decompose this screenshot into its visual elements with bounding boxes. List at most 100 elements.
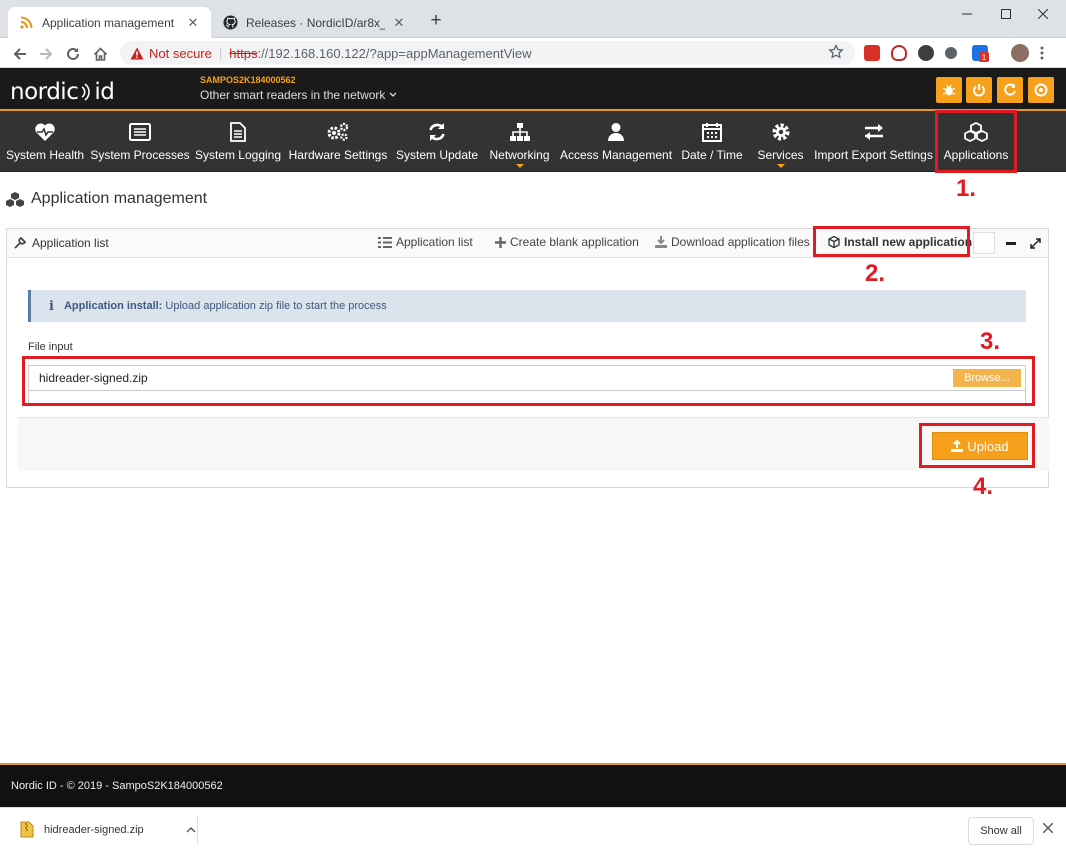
calendar-icon bbox=[702, 122, 722, 142]
document-icon bbox=[230, 122, 246, 142]
menu-label: Access Management bbox=[559, 148, 673, 162]
browser-tab[interactable]: Releases · NordicID/ar8x_app_hid ✕ bbox=[212, 7, 417, 38]
refresh-icon bbox=[427, 122, 447, 142]
close-window-icon[interactable] bbox=[1020, 0, 1066, 28]
create-blank-application-tool[interactable]: Create blank application bbox=[495, 235, 639, 249]
application-list-tool[interactable]: Application list bbox=[378, 235, 473, 249]
forward-arrow-icon[interactable] bbox=[35, 43, 57, 65]
menu-label: System Processes bbox=[90, 148, 190, 162]
menu-label: System Health bbox=[5, 148, 85, 162]
main-menu: System Health System Processes System Lo… bbox=[0, 111, 1066, 172]
menu-item-hardware-settings[interactable]: Hardware Settings bbox=[289, 111, 387, 172]
step-1-label: 1. bbox=[956, 175, 977, 202]
browser-tab-active[interactable]: Application management ✕ bbox=[8, 7, 211, 38]
bookmark-star-icon[interactable] bbox=[828, 44, 844, 60]
chevron-up-icon[interactable] bbox=[186, 826, 196, 833]
panel-checkbox[interactable] bbox=[973, 232, 995, 254]
exchange-icon bbox=[863, 122, 885, 142]
page-title: Application management bbox=[5, 190, 207, 208]
menu-item-system-health[interactable]: System Health bbox=[5, 111, 85, 172]
extension-icon[interactable] bbox=[864, 45, 880, 61]
browser-menu-icon[interactable] bbox=[1040, 45, 1044, 61]
menu-label: Services bbox=[757, 148, 804, 162]
tool-label: Create blank application bbox=[510, 235, 639, 249]
github-favicon-icon bbox=[222, 15, 238, 31]
annotation-box-file-input bbox=[22, 356, 1035, 406]
device-id: SAMPOS2K184000562 bbox=[200, 75, 296, 85]
network-readers-label: Other smart readers in the network bbox=[200, 88, 386, 102]
browser-address-bar: Not secure | https ://192.168.160.122/?a… bbox=[0, 38, 1066, 68]
menu-item-date-time[interactable]: Date / Time bbox=[679, 111, 745, 172]
wrench-icon bbox=[14, 237, 26, 249]
close-download-bar-icon[interactable] bbox=[1043, 823, 1053, 833]
extension-icon[interactable] bbox=[945, 47, 957, 59]
close-tab-icon[interactable]: ✕ bbox=[185, 15, 201, 31]
list-icon bbox=[378, 236, 392, 248]
browser-tab-bar: Application management ✕ Releases · Nord… bbox=[0, 0, 1066, 38]
reload-icon[interactable] bbox=[62, 43, 84, 65]
heartbeat-icon bbox=[34, 122, 56, 142]
app-footer: Nordic ID - © 2019 - SampoS2K184000562 bbox=[0, 763, 1066, 807]
dropdown-caret-icon bbox=[515, 164, 524, 168]
download-icon bbox=[655, 236, 667, 248]
settings-circle-icon[interactable] bbox=[1028, 77, 1054, 103]
download-file-name: hidreader-signed.zip bbox=[44, 823, 144, 836]
menu-item-access-management[interactable]: Access Management bbox=[559, 111, 673, 172]
dropdown-caret-icon bbox=[776, 164, 785, 168]
bug-icon[interactable] bbox=[936, 77, 962, 103]
menu-label: Import Export Settings bbox=[814, 148, 933, 162]
info-icon: i bbox=[49, 298, 54, 314]
chevron-down-icon bbox=[389, 92, 397, 98]
info-text: Upload application zip file to start the… bbox=[162, 300, 387, 312]
download-application-files-tool[interactable]: Download application files bbox=[655, 235, 810, 249]
show-all-button[interactable]: Show all bbox=[968, 817, 1034, 845]
extension-icon[interactable]: 1 bbox=[972, 45, 989, 62]
download-extension-icon[interactable] bbox=[918, 45, 934, 61]
download-divider bbox=[197, 815, 198, 845]
network-readers-dropdown[interactable]: Other smart readers in the network bbox=[200, 88, 397, 102]
menu-item-system-logging[interactable]: System Logging bbox=[195, 111, 281, 172]
menu-item-import-export-settings[interactable]: Import Export Settings bbox=[814, 111, 933, 172]
tool-label: Application list bbox=[396, 235, 473, 249]
page-title-text: Application management bbox=[31, 190, 208, 207]
annotation-box-install bbox=[813, 226, 970, 257]
tool-label: Download application files bbox=[671, 235, 810, 249]
tab-title: Releases · NordicID/ar8x_app_hid bbox=[246, 15, 385, 30]
url-omnibox[interactable]: Not secure | https ://192.168.160.122/?a… bbox=[120, 41, 855, 65]
close-tab-icon[interactable]: ✕ bbox=[391, 15, 407, 31]
menu-item-system-update[interactable]: System Update bbox=[396, 111, 478, 172]
new-tab-button[interactable]: + bbox=[427, 10, 445, 32]
ublock-extension-icon[interactable] bbox=[891, 45, 907, 61]
menu-label: Date / Time bbox=[681, 148, 743, 162]
not-secure-label[interactable]: Not secure bbox=[149, 46, 212, 61]
download-item[interactable]: hidreader-signed.zip bbox=[20, 821, 196, 838]
logo-text: nordic bbox=[10, 79, 79, 105]
menu-item-services[interactable]: Services bbox=[755, 111, 806, 172]
rss-favicon-icon bbox=[18, 15, 34, 31]
menu-item-networking[interactable]: Networking bbox=[486, 111, 553, 172]
menu-item-system-processes[interactable]: System Processes bbox=[90, 111, 190, 172]
collapse-panel-icon[interactable] bbox=[1000, 232, 1022, 254]
file-input-label: File input bbox=[28, 341, 73, 353]
home-icon[interactable] bbox=[89, 43, 111, 65]
menu-label: System Update bbox=[395, 148, 479, 162]
url-scheme: https bbox=[229, 45, 258, 61]
panel-title-text: Application list bbox=[32, 236, 109, 250]
step-4-label: 4. bbox=[973, 473, 994, 500]
profile-avatar[interactable] bbox=[1011, 44, 1029, 62]
url-text: ://192.168.160.122/?app=appManagementVie… bbox=[257, 45, 532, 61]
network-icon bbox=[509, 122, 531, 142]
panel-title: Application list bbox=[14, 236, 109, 250]
nordic-id-logo[interactable]: nordic id bbox=[10, 79, 115, 105]
back-arrow-icon[interactable] bbox=[9, 43, 31, 65]
step-2-label: 2. bbox=[865, 260, 886, 287]
install-info-alert: i Application install: Upload applicatio… bbox=[28, 290, 1026, 322]
expand-panel-icon[interactable] bbox=[1024, 232, 1046, 254]
wifi-signal-icon bbox=[80, 83, 92, 101]
power-icon[interactable] bbox=[966, 77, 992, 103]
processes-icon bbox=[129, 122, 151, 142]
restart-icon[interactable] bbox=[997, 77, 1023, 103]
warning-triangle-icon bbox=[130, 47, 144, 60]
step-3-label: 3. bbox=[980, 328, 1001, 355]
logo-suffix: id bbox=[94, 79, 115, 105]
